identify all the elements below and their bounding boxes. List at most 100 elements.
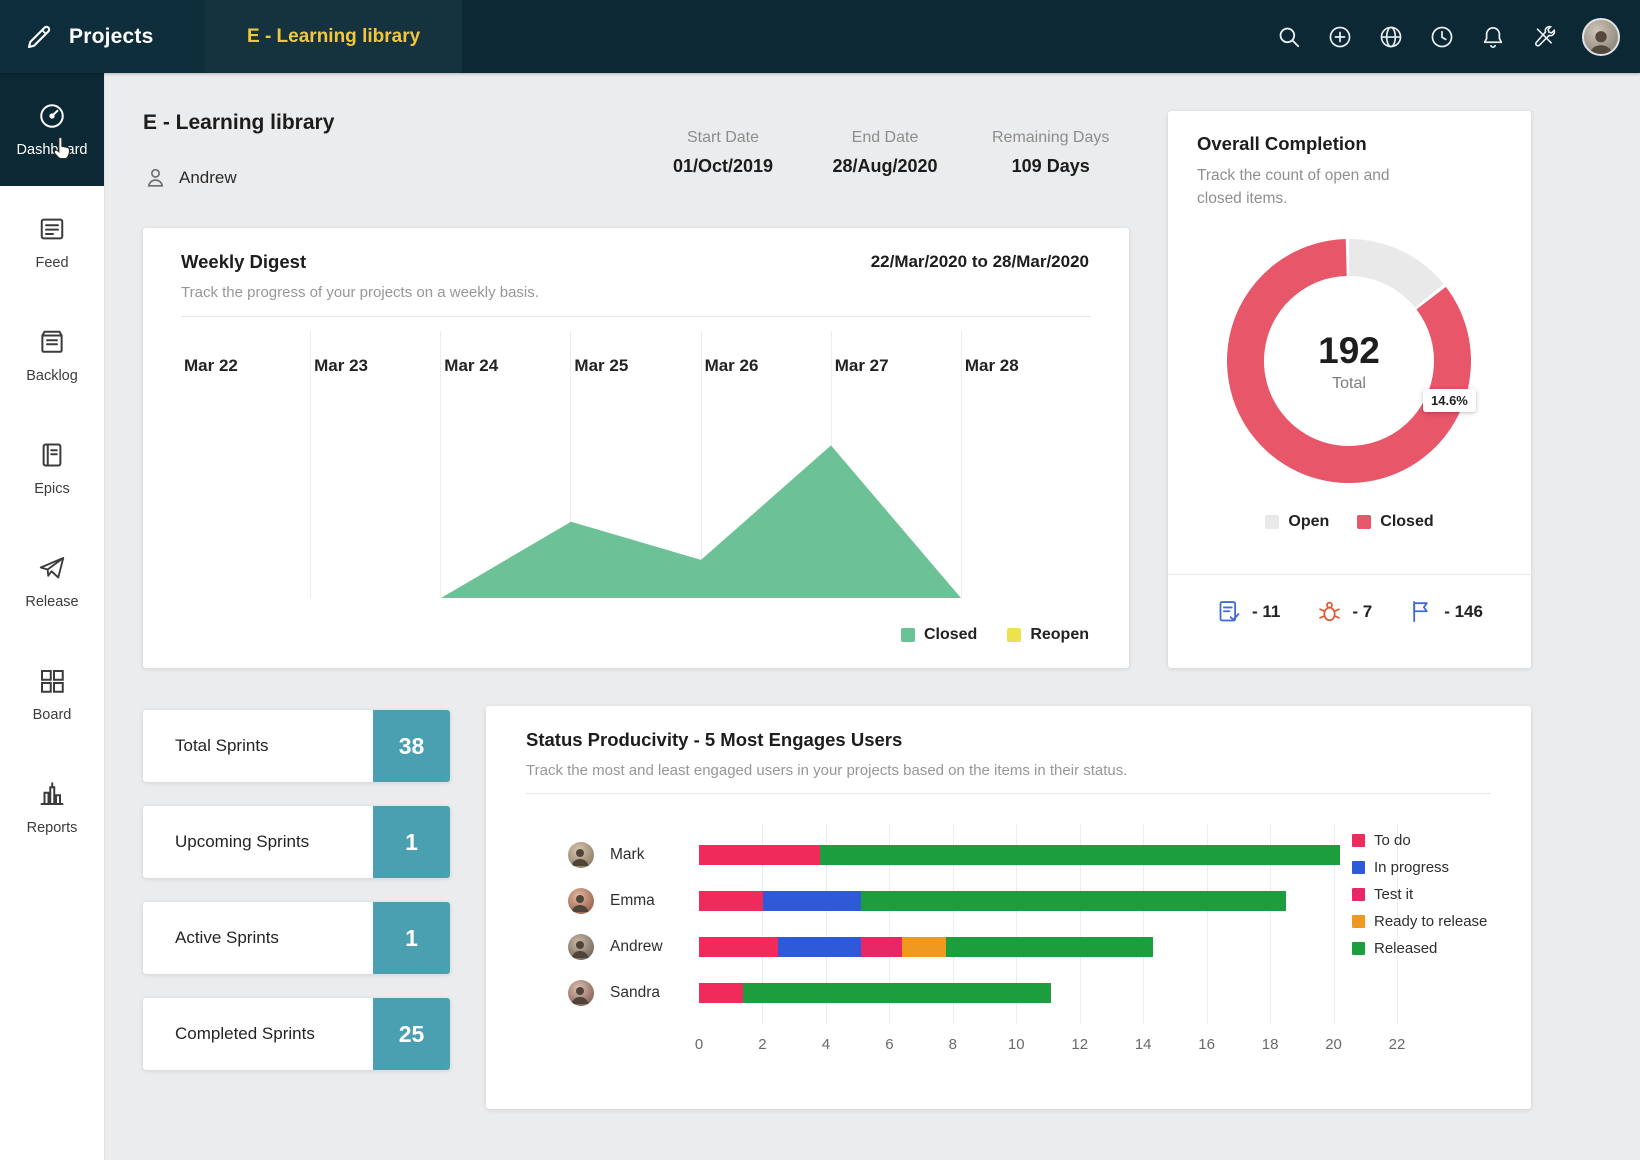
x-tick: 6 bbox=[885, 1036, 893, 1053]
x-tick: 18 bbox=[1262, 1036, 1279, 1053]
bar-segment-released bbox=[946, 937, 1152, 957]
status-legend-ready-to-release: Ready to release bbox=[1352, 913, 1487, 930]
open-percentage-label: 14.6% bbox=[1423, 389, 1476, 412]
tools-icon[interactable] bbox=[1531, 24, 1557, 50]
sidebar-item-epics[interactable]: Epics bbox=[0, 412, 104, 525]
feed-icon bbox=[37, 214, 67, 244]
x-tick: 10 bbox=[1008, 1036, 1025, 1053]
task-count: - 11 bbox=[1252, 602, 1280, 622]
stacked-bar bbox=[699, 891, 1286, 911]
user-name: Mark bbox=[610, 846, 699, 864]
active-project-tab[interactable]: E - Learning library bbox=[205, 0, 462, 73]
avatar bbox=[568, 980, 594, 1006]
status-legend-in-progress: In progress bbox=[1352, 859, 1487, 876]
item-counters: - 11 - 7 - 146 bbox=[1168, 598, 1531, 625]
total-sprints-card[interactable]: Total Sprints 38 bbox=[143, 710, 450, 782]
weekly-legend-reopen: Reopen bbox=[1007, 626, 1089, 644]
status-productivity-card: Status Producivity - 5 Most Engages User… bbox=[486, 706, 1531, 1109]
weekly-digest-chart: Mar 22Mar 23Mar 24Mar 25Mar 26Mar 27Mar … bbox=[181, 331, 1091, 598]
globe-icon[interactable] bbox=[1378, 24, 1404, 50]
legend-label: Closed bbox=[924, 626, 977, 644]
user-name: Andrew bbox=[610, 938, 699, 956]
stacked-bar bbox=[699, 937, 1153, 957]
weekly-day-label: Mar 28 bbox=[965, 356, 1091, 376]
weekly-day-label: Mar 24 bbox=[444, 356, 570, 376]
completed-sprints-card[interactable]: Completed Sprints 25 bbox=[143, 998, 450, 1070]
weekly-digest-title: Weekly Digest bbox=[181, 251, 306, 273]
bar-segment-test-it bbox=[861, 937, 902, 957]
legend-swatch bbox=[901, 628, 915, 642]
bar-segment-released bbox=[743, 983, 1051, 1003]
user-avatar[interactable] bbox=[1582, 18, 1620, 56]
sidebar: Dashboard Feed Backlog Epics Release Boa… bbox=[0, 73, 105, 1160]
sidebar-item-board[interactable]: Board bbox=[0, 638, 104, 751]
stacked-bar bbox=[699, 845, 1340, 865]
weekly-column-mar-25: Mar 25 bbox=[571, 331, 701, 598]
weekly-digest-subtitle: Track the progress of your projects on a… bbox=[143, 284, 1129, 301]
sprint-stat-label: Completed Sprints bbox=[143, 1024, 315, 1044]
sidebar-item-dashboard[interactable]: Dashboard bbox=[0, 73, 104, 186]
sprint-stat-value: 25 bbox=[373, 998, 450, 1070]
completion-legend: Open Closed bbox=[1168, 513, 1531, 531]
active-sprints-card[interactable]: Active Sprints 1 bbox=[143, 902, 450, 974]
app-logo[interactable]: Projects bbox=[0, 0, 205, 73]
avatar bbox=[568, 842, 594, 868]
sidebar-item-backlog[interactable]: Backlog bbox=[0, 299, 104, 412]
sprint-stat-value: 38 bbox=[373, 710, 450, 782]
dashboard-icon bbox=[37, 101, 67, 131]
legend-swatch bbox=[1352, 942, 1365, 955]
x-tick: 4 bbox=[822, 1036, 830, 1053]
avatar bbox=[568, 888, 594, 914]
legend-open: Open bbox=[1265, 513, 1329, 531]
sidebar-item-reports[interactable]: Reports bbox=[0, 751, 104, 864]
weekly-column-mar-23: Mar 23 bbox=[311, 331, 441, 598]
avatar bbox=[568, 934, 594, 960]
board-icon bbox=[37, 666, 67, 696]
legend-swatch bbox=[1357, 515, 1371, 529]
weekly-column-mar-26: Mar 26 bbox=[702, 331, 832, 598]
status-legend: To doIn progressTest itReady to releaseR… bbox=[1352, 832, 1487, 967]
sidebar-item-label: Reports bbox=[27, 820, 78, 836]
upcoming-sprints-card[interactable]: Upcoming Sprints 1 bbox=[143, 806, 450, 878]
weekly-day-label: Mar 27 bbox=[835, 356, 961, 376]
bar-segment-in-progress bbox=[763, 891, 861, 911]
x-tick: 2 bbox=[758, 1036, 766, 1053]
x-axis: 0246810121416182022 bbox=[699, 1036, 1397, 1056]
sidebar-item-release[interactable]: Release bbox=[0, 525, 104, 638]
legend-swatch bbox=[1352, 861, 1365, 874]
legend-label: Released bbox=[1374, 940, 1437, 957]
search-icon[interactable] bbox=[1276, 24, 1302, 50]
legend-swatch bbox=[1352, 915, 1365, 928]
completion-donut-chart: 192 Total 14.6% 85.4% bbox=[1227, 239, 1471, 483]
x-tick: 8 bbox=[949, 1036, 957, 1053]
overall-completion-card: Overall Completion Track the count of op… bbox=[1168, 111, 1531, 668]
release-icon bbox=[37, 553, 67, 583]
weekly-digest-card: Weekly Digest 22/Mar/2020 to 28/Mar/2020… bbox=[143, 228, 1129, 668]
user-row-andrew: Andrew bbox=[568, 924, 1340, 970]
remaining-days: Remaining Days 109 Days bbox=[992, 129, 1109, 177]
bar-segment-ready-to-release bbox=[902, 937, 946, 957]
weekly-column-mar-24: Mar 24 bbox=[441, 331, 571, 598]
overall-completion-subtitle: Track the count of open and closed items… bbox=[1168, 164, 1418, 210]
recent-activity-icon[interactable] bbox=[1429, 24, 1455, 50]
bar-segment-to-do bbox=[699, 937, 778, 957]
legend-swatch bbox=[1352, 888, 1365, 901]
status-productivity-subtitle: Track the most and least engaged users i… bbox=[486, 762, 1531, 779]
legend-label: Ready to release bbox=[1374, 913, 1487, 930]
sidebar-item-label: Backlog bbox=[26, 368, 78, 384]
weekly-day-label: Mar 25 bbox=[574, 356, 700, 376]
donut-svg bbox=[1227, 239, 1471, 483]
add-icon[interactable] bbox=[1327, 24, 1353, 50]
legend-swatch bbox=[1007, 628, 1021, 642]
sidebar-item-feed[interactable]: Feed bbox=[0, 186, 104, 299]
legend-closed: Closed bbox=[1357, 513, 1433, 531]
start-date-label: Start Date bbox=[668, 129, 778, 147]
weekly-digest-legend: Closed Reopen bbox=[901, 626, 1089, 644]
closed-percentage-label: 85.4% bbox=[1329, 557, 1366, 572]
notifications-icon[interactable] bbox=[1480, 24, 1506, 50]
user-row-mark: Mark bbox=[568, 832, 1340, 878]
topbar-actions bbox=[1276, 18, 1640, 56]
status-legend-released: Released bbox=[1352, 940, 1487, 957]
flag-counter: - 146 bbox=[1408, 598, 1483, 625]
status-legend-test-it: Test it bbox=[1352, 886, 1487, 903]
